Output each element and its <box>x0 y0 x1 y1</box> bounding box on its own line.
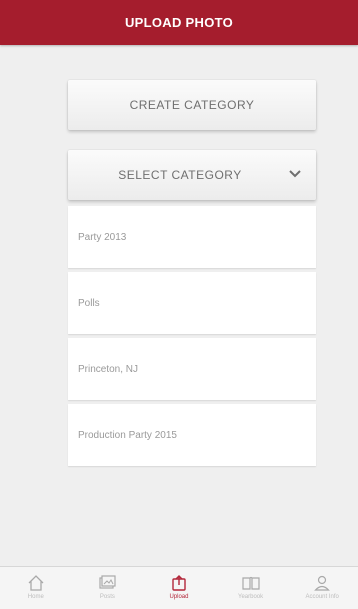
user-icon <box>314 575 331 591</box>
app-header: UPLOAD PHOTO <box>0 0 358 45</box>
tab-upload-label: Upload <box>169 594 189 600</box>
tab-home-label: Home <box>27 594 44 600</box>
category-list: Party 2013 Polls Princeton, NJ Productio… <box>68 206 316 470</box>
category-item[interactable]: Polls <box>68 272 316 334</box>
upload-photo-screen: UPLOAD PHOTO CREATE CATEGORY SELECT CATE… <box>0 0 358 609</box>
category-item[interactable]: Princeton, NJ <box>68 338 316 400</box>
photos-icon <box>99 575 116 589</box>
upload-icon <box>172 575 186 591</box>
tab-posts-label: Posts <box>99 594 115 600</box>
tab-upload[interactable]: Upload <box>143 567 215 609</box>
book-icon <box>241 576 260 590</box>
category-item-label: Princeton, NJ <box>78 363 139 375</box>
bottom-tab-bar: Home Posts Upload Yearbook Account Info <box>0 566 358 609</box>
tab-yearbook-label: Yearbook <box>238 594 264 600</box>
tab-home[interactable]: Home <box>0 567 72 609</box>
tab-yearbook[interactable]: Yearbook <box>215 567 287 609</box>
create-category-label: CREATE CATEGORY <box>129 98 255 112</box>
category-item-label: Polls <box>78 297 100 309</box>
home-icon <box>28 575 44 591</box>
select-category-label: SELECT CATEGORY <box>118 168 242 182</box>
tab-posts[interactable]: Posts <box>72 567 144 609</box>
select-category-dropdown[interactable]: SELECT CATEGORY <box>68 150 316 200</box>
tab-account-info-label: Account Info <box>305 594 339 600</box>
chevron-down-icon <box>288 167 302 181</box>
category-item[interactable]: Party 2013 <box>68 206 316 268</box>
category-item-label: Production Party 2015 <box>78 429 177 441</box>
tab-account-info[interactable]: Account Info <box>286 567 358 609</box>
page-title: UPLOAD PHOTO <box>124 15 234 30</box>
category-item[interactable]: Production Party 2015 <box>68 404 316 466</box>
create-category-button[interactable]: CREATE CATEGORY <box>68 80 316 130</box>
category-item-label: Party 2013 <box>78 231 127 243</box>
